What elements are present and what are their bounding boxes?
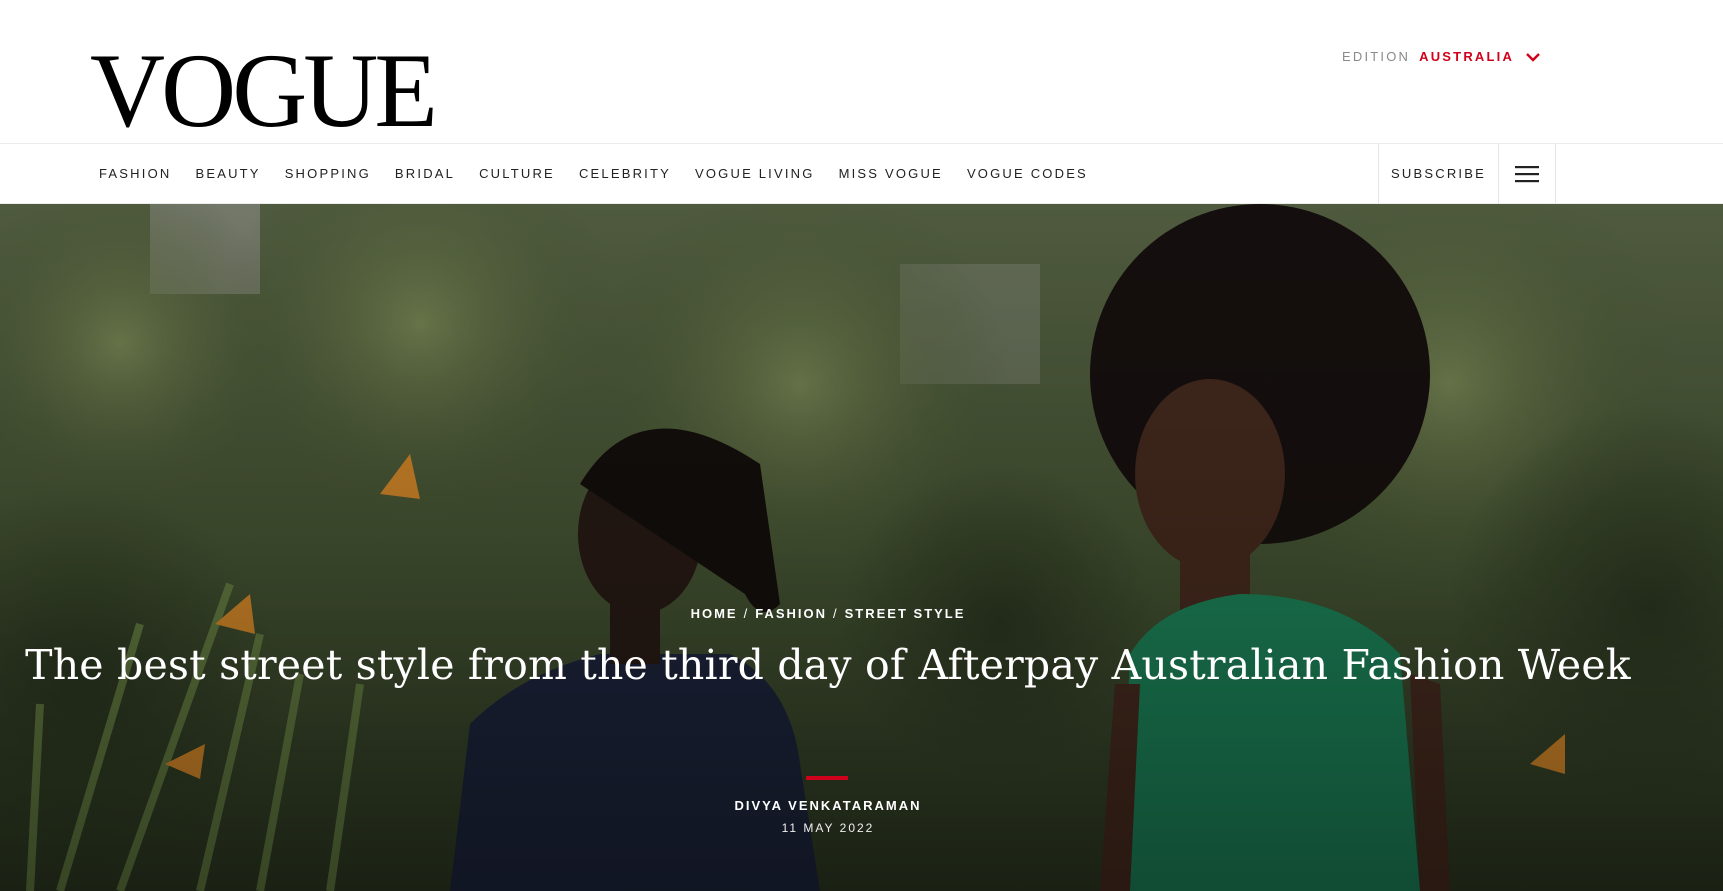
breadcrumb-home[interactable]: HOME — [691, 606, 738, 621]
hamburger-icon — [1515, 165, 1539, 182]
nav-item-bridal[interactable]: BRIDAL — [395, 166, 455, 181]
nav-items: FASHION BEAUTY SHOPPING BRIDAL CULTURE C… — [99, 144, 1112, 203]
hero-overlay — [0, 204, 1723, 891]
nav-item-miss-vogue[interactable]: MISS VOGUE — [839, 166, 943, 181]
nav-item-fashion[interactable]: FASHION — [99, 166, 171, 181]
chevron-down-icon[interactable] — [1524, 50, 1542, 64]
article-author[interactable]: DIVYA VENKATARAMAN — [0, 798, 1656, 813]
breadcrumb-street-style[interactable]: STREET STYLE — [845, 606, 966, 621]
edition-selector[interactable]: EDITION AUSTRALIA — [1342, 48, 1542, 64]
nav-item-shopping[interactable]: SHOPPING — [285, 166, 371, 181]
nav-item-beauty[interactable]: BEAUTY — [195, 166, 260, 181]
article-date: 11 MAY 2022 — [781, 821, 875, 835]
hero-section: HOME / FASHION / STREET STYLE The best stree… — [0, 204, 1723, 891]
edition-value[interactable]: AUSTRALIA — [1419, 49, 1514, 64]
breadcrumb: HOME / FASHION / STREET STYLE — [0, 606, 1656, 621]
masthead: VOGUE EDITION AUSTRALIA — [0, 0, 1723, 144]
title-divider — [806, 776, 848, 780]
nav-item-celebrity[interactable]: CELEBRITY — [579, 166, 671, 181]
nav-item-vogue-living[interactable]: VOGUE LIVING — [695, 166, 815, 181]
article-title: The best street style from the third day… — [25, 641, 1631, 689]
breadcrumb-separator: / — [743, 606, 750, 621]
nav-item-vogue-codes[interactable]: VOGUE CODES — [967, 166, 1088, 181]
edition-label: EDITION — [1342, 48, 1411, 64]
vogue-logo[interactable]: VOGUE — [90, 38, 438, 144]
breadcrumb-separator: / — [833, 606, 839, 621]
subscribe-button[interactable]: SUBSCRIBE — [1378, 143, 1499, 204]
breadcrumb-fashion[interactable]: FASHION — [755, 606, 827, 621]
menu-button[interactable] — [1499, 143, 1556, 204]
main-nav: FASHION BEAUTY SHOPPING BRIDAL CULTURE C… — [0, 143, 1723, 204]
nav-item-culture[interactable]: CULTURE — [479, 166, 555, 181]
